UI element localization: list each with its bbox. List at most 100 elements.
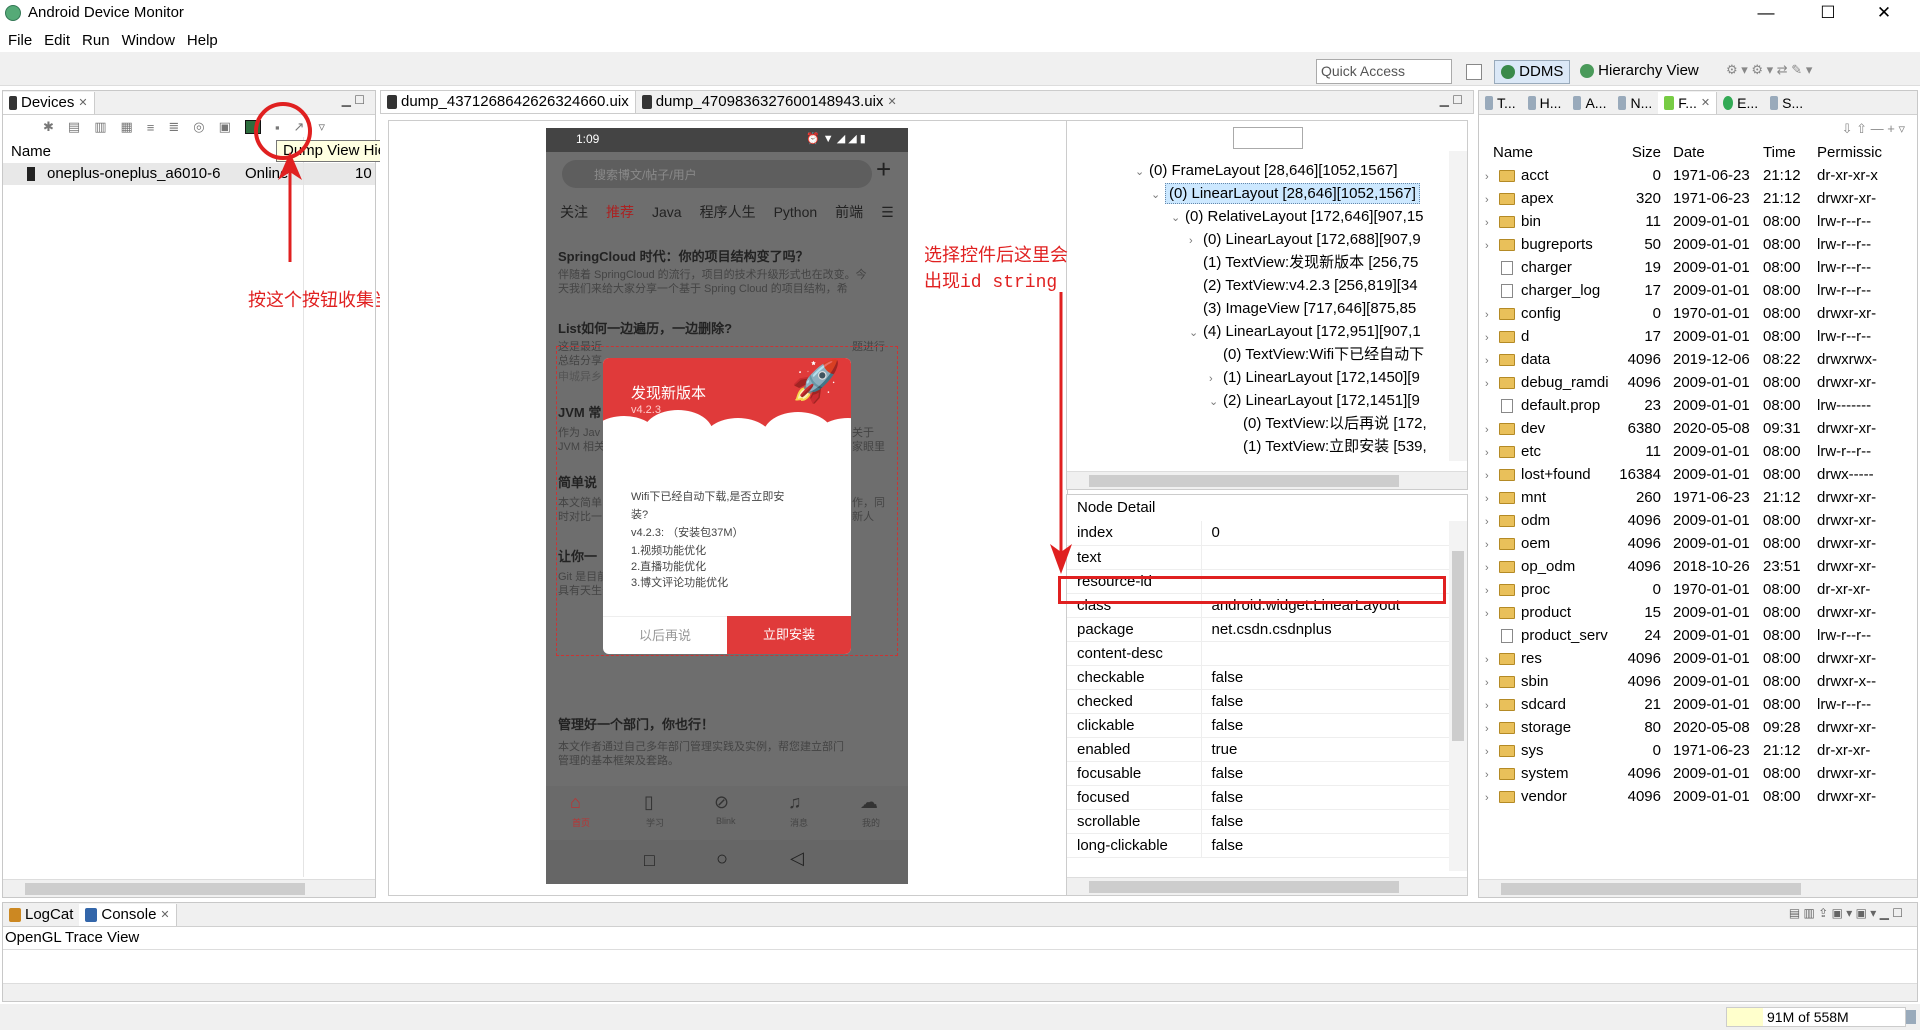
- screenshot-icon[interactable]: ▣: [219, 119, 231, 135]
- file-row[interactable]: › op_odm 4096 2018-10-26 23:51 drwxr-xr-: [1485, 555, 1915, 578]
- file-row[interactable]: product_serv 24 2009-01-01 08:00 lrw-r--r--: [1485, 624, 1915, 647]
- tree-node[interactable]: (0) TextView:以后再说 [172,: [1067, 412, 1447, 435]
- col-date[interactable]: Date: [1665, 141, 1763, 164]
- detail-hscroll[interactable]: [1067, 877, 1467, 895]
- debug-icon[interactable]: ✱: [43, 119, 54, 135]
- tab-heap[interactable]: H...: [1522, 92, 1568, 114]
- tab-threads[interactable]: T...: [1479, 92, 1522, 114]
- expand-chevron-icon[interactable]: ›: [1485, 769, 1499, 781]
- file-row[interactable]: › data 4096 2019-12-06 08:22 drwxrwx-: [1485, 348, 1915, 371]
- tree-node[interactable]: (2) TextView:v4.2.3 [256,819][34: [1067, 274, 1447, 297]
- file-row[interactable]: › sdcard 21 2009-01-01 08:00 lrw-r--r--: [1485, 693, 1915, 716]
- menu-help[interactable]: Help: [187, 32, 218, 49]
- tab-console[interactable]: Console ✕: [79, 903, 177, 926]
- tab-system[interactable]: S...: [1764, 92, 1809, 114]
- tree-node[interactable]: (1) TextView:发现新版本 [256,75: [1067, 251, 1447, 274]
- node-detail-row[interactable]: scrollable false: [1067, 809, 1449, 834]
- method-profiling-icon[interactable]: ≣: [168, 119, 179, 135]
- col-time[interactable]: Time: [1763, 141, 1817, 164]
- tab-dump-1[interactable]: dump_4371268642626324660.uix: [381, 91, 636, 113]
- tree-node[interactable]: ⌄ (0) FrameLayout [28,646][1052,1567]: [1067, 159, 1447, 182]
- tree-node[interactable]: ⌄ (0) RelativeLayout [172,646][907,15: [1067, 205, 1447, 228]
- file-row[interactable]: › storage 80 2020-05-08 09:28 drwxr-xr-: [1485, 716, 1915, 739]
- expand-chevron-icon[interactable]: ›: [1485, 217, 1499, 229]
- console-toolbar[interactable]: ▤ ▥ ⇪ ▣ ▾ ▣ ▾ ▁ ☐: [1789, 906, 1903, 920]
- tree-node-selected[interactable]: ⌄ (0) LinearLayout [28,646][1052,1567]: [1067, 182, 1447, 205]
- expand-chevron-icon[interactable]: ›: [1485, 194, 1499, 206]
- threads-icon[interactable]: ≡: [147, 120, 155, 135]
- tree-node[interactable]: ⌄ (4) LinearLayout [172,951][907,1: [1067, 320, 1447, 343]
- file-row[interactable]: › etc 11 2009-01-01 08:00 lrw-r--r--: [1485, 440, 1915, 463]
- expand-chevron-icon[interactable]: ›: [1485, 355, 1499, 367]
- perspective-ddms[interactable]: DDMS: [1494, 60, 1571, 84]
- file-row[interactable]: charger 19 2009-01-01 08:00 lrw-r--r--: [1485, 256, 1915, 279]
- tree-node[interactable]: › (1) LinearLayout [172,1450][9: [1067, 366, 1447, 389]
- col-permissions[interactable]: Permissic: [1817, 141, 1915, 164]
- node-detail-row[interactable]: long-clickable false: [1067, 833, 1449, 858]
- menu-window[interactable]: Window: [122, 32, 175, 49]
- dump-hprof-icon[interactable]: ▥: [94, 119, 106, 135]
- expand-chevron-icon[interactable]: ›: [1485, 309, 1499, 321]
- expand-chevron-icon[interactable]: ›: [1485, 700, 1499, 712]
- tree-hscroll[interactable]: [1067, 471, 1467, 489]
- maximize-button[interactable]: ☐: [1806, 2, 1850, 24]
- expand-chevron-icon[interactable]: ›: [1485, 378, 1499, 390]
- expand-chevron-icon[interactable]: ›: [1485, 470, 1499, 482]
- tree-node[interactable]: (1) TextView:立即安装 [539,: [1067, 435, 1447, 458]
- tree-node[interactable]: (0) TextView:Wifi下已经自动下: [1067, 343, 1447, 366]
- file-row[interactable]: › odm 4096 2009-01-01 08:00 drwxr-xr-: [1485, 509, 1915, 532]
- close-button[interactable]: ✕: [1862, 2, 1906, 24]
- tree-filter-input[interactable]: [1233, 127, 1303, 149]
- close-tab-icon[interactable]: ✕: [887, 91, 896, 113]
- files-hscroll[interactable]: [1479, 879, 1917, 897]
- gc-trash-icon[interactable]: [1906, 1010, 1916, 1024]
- expand-chevron-icon[interactable]: ›: [1485, 677, 1499, 689]
- menu-file[interactable]: File: [8, 32, 32, 49]
- panel-min-max-icons[interactable]: ▁ ☐: [342, 93, 365, 107]
- tree-vscroll[interactable]: [1449, 151, 1467, 461]
- device-screenshot[interactable]: 1:09 ⏰ ▼ ◢ ◢ ▮ 搜索博文/帖子/用户 + 关注 推荐 Java 程…: [546, 128, 908, 884]
- file-row[interactable]: › lost+found 16384 2009-01-01 08:00 drwx-----: [1485, 463, 1915, 486]
- devices-hscroll[interactable]: [3, 879, 375, 897]
- tab-emulator[interactable]: E...: [1717, 92, 1764, 114]
- file-row[interactable]: › bugreports 50 2009-01-01 08:00 lrw-r--r--: [1485, 233, 1915, 256]
- expand-chevron-icon[interactable]: ›: [1485, 539, 1499, 551]
- close-tab-icon[interactable]: ✕: [160, 904, 169, 926]
- file-row[interactable]: › apex 320 1971-06-23 21:12 drwxr-xr-: [1485, 187, 1915, 210]
- minimize-button[interactable]: —: [1744, 2, 1788, 24]
- file-row[interactable]: › res 4096 2009-01-01 08:00 drwxr-xr-: [1485, 647, 1915, 670]
- expand-chevron-icon[interactable]: ›: [1485, 516, 1499, 528]
- expand-chevron-icon[interactable]: ›: [1485, 493, 1499, 505]
- col-name[interactable]: Name: [1485, 141, 1617, 164]
- file-row[interactable]: default.prop 23 2009-01-01 08:00 lrw-------: [1485, 394, 1915, 417]
- menu-edit[interactable]: Edit: [44, 32, 70, 49]
- file-row[interactable]: › proc 0 1970-01-01 08:00 dr-xr-xr-: [1485, 578, 1915, 601]
- file-row[interactable]: › product 15 2009-01-01 08:00 drwxr-xr-: [1485, 601, 1915, 624]
- file-row[interactable]: › vendor 4096 2009-01-01 08:00 drwxr-xr-: [1485, 785, 1915, 808]
- file-row[interactable]: › d 17 2009-01-01 08:00 lrw-r--r--: [1485, 325, 1915, 348]
- expand-chevron-icon[interactable]: ›: [1485, 447, 1499, 459]
- perspective-hierarchy-view[interactable]: Hierarchy View: [1574, 60, 1705, 84]
- file-row[interactable]: charger_log 17 2009-01-01 08:00 lrw-r--r--: [1485, 279, 1915, 302]
- expand-chevron-icon[interactable]: ›: [1485, 792, 1499, 804]
- detail-vscroll[interactable]: [1449, 521, 1467, 871]
- file-toolbar[interactable]: ⇩ ⇧ — + ▿: [1842, 121, 1905, 137]
- file-row[interactable]: › bin 11 2009-01-01 08:00 lrw-r--r--: [1485, 210, 1915, 233]
- file-row[interactable]: › dev 6380 2020-05-08 09:31 drwxr-xr-: [1485, 417, 1915, 440]
- expand-chevron-icon[interactable]: ›: [1485, 171, 1499, 183]
- node-detail-row[interactable]: focusable false: [1067, 761, 1449, 786]
- menu-run[interactable]: Run: [82, 32, 110, 49]
- close-tab-icon[interactable]: ✕: [78, 92, 87, 114]
- tab-allocation[interactable]: A...: [1567, 92, 1612, 114]
- file-row[interactable]: › sbin 4096 2009-01-01 08:00 drwxr-x--: [1485, 670, 1915, 693]
- node-detail-row[interactable]: content-desc: [1067, 641, 1449, 666]
- file-row[interactable]: › oem 4096 2009-01-01 08:00 drwxr-xr-: [1485, 532, 1915, 555]
- tab-dump-2[interactable]: dump_4709836327600148943.uix ✕: [636, 91, 903, 113]
- tree-node[interactable]: › (0) LinearLayout [172,688][907,9: [1067, 228, 1447, 251]
- file-row[interactable]: › mnt 260 1971-06-23 21:12 drwxr-xr-: [1485, 486, 1915, 509]
- memory-indicator[interactable]: 91M of 558M: [1726, 1007, 1906, 1027]
- device-row[interactable]: oneplus-oneplus_a6010-6 Online 10: [3, 163, 375, 185]
- node-detail-row[interactable]: clickable false: [1067, 713, 1449, 738]
- tab-file-explorer[interactable]: F... ✕: [1658, 91, 1718, 114]
- node-detail-row[interactable]: checkable false: [1067, 665, 1449, 690]
